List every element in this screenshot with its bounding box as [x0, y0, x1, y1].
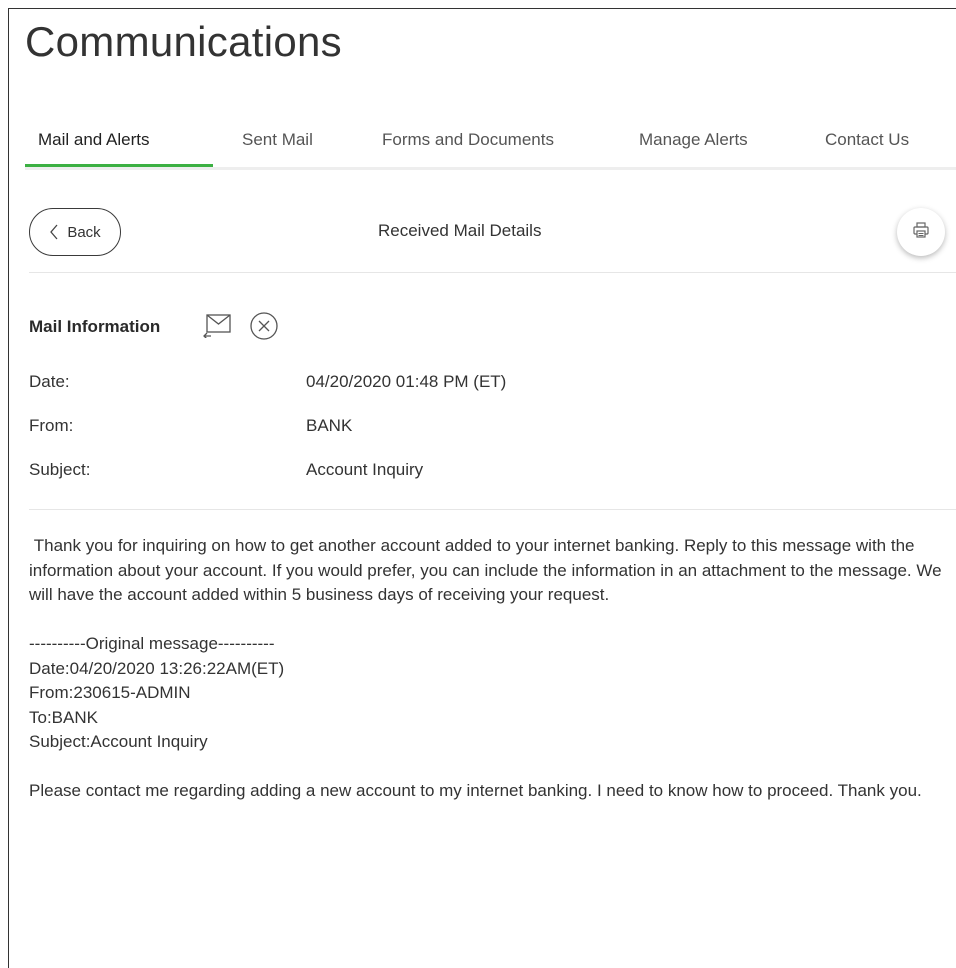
subject-label: Subject: — [29, 460, 91, 479]
from-value: BANK — [306, 416, 353, 435]
original-subject: Subject:Account Inquiry — [29, 732, 208, 751]
tab-sent-mail[interactable]: Sent Mail — [242, 130, 313, 150]
page-title: Communications — [25, 18, 342, 65]
reply-envelope-icon[interactable] — [202, 312, 232, 343]
date-label: Date: — [29, 372, 70, 391]
date-value: 04/20/2020 01:48 PM (ET) — [306, 372, 507, 391]
back-button[interactable]: Back — [29, 208, 121, 256]
close-circle-icon[interactable] — [249, 311, 279, 346]
print-button[interactable] — [897, 208, 945, 256]
tab-contact-us[interactable]: Contact Us — [825, 130, 909, 150]
reply-text: Thank you for inquiring on how to get an… — [29, 536, 947, 604]
subject-value: Account Inquiry — [306, 460, 424, 479]
chevron-left-icon — [49, 224, 59, 240]
tab-bar: Mail and Alerts Sent Mail Forms and Docu… — [25, 120, 956, 170]
printer-icon — [912, 221, 930, 244]
tab-manage-alerts[interactable]: Manage Alerts — [639, 130, 748, 150]
original-date: Date:04/20/2020 13:26:22AM(ET) — [29, 658, 285, 678]
info-divider — [29, 509, 956, 510]
from-label: From: — [29, 416, 74, 435]
tab-forms-and-documents[interactable]: Forms and Documents — [382, 130, 554, 150]
detail-title: Received Mail Details — [378, 221, 542, 240]
original-message-header: ----------Original message---------- — [29, 634, 275, 653]
mail-information-heading: Mail Information — [29, 317, 161, 336]
tab-mail-and-alerts[interactable]: Mail and Alerts — [38, 130, 150, 150]
active-tab-indicator — [25, 164, 213, 167]
original-from: From:230615-ADMIN — [29, 683, 191, 702]
original-body: Please contact me regarding adding a new… — [29, 781, 922, 800]
toolbar-divider — [29, 272, 956, 273]
original-to: To:BANK — [29, 707, 98, 727]
back-button-label: Back — [67, 223, 101, 241]
message-body: Thank you for inquiring on how to get an… — [29, 534, 949, 804]
